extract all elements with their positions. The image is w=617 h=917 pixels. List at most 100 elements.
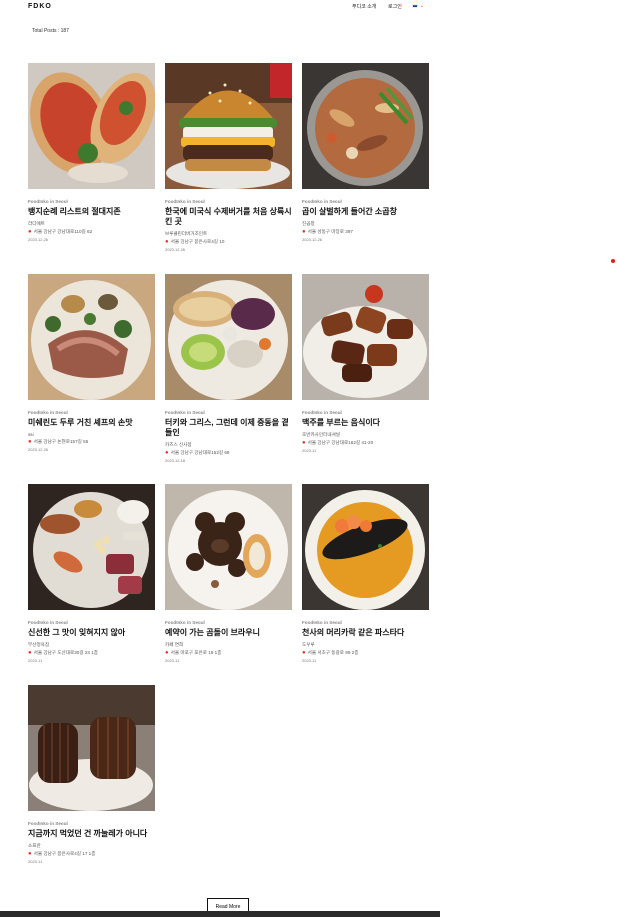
notification-dot <box>611 259 615 263</box>
post-category: FoodInko in Seoul <box>165 620 205 625</box>
post-title[interactable]: 신선한 그 맛이 잊혀지지 않아 <box>28 628 156 638</box>
post-date: 2023.12.26 <box>165 247 186 252</box>
post-address-text: 서울 강남구 봉은사로4길 17 1층 <box>33 851 96 856</box>
post-address: ● 서울 마포구 포은로 19 1층 <box>165 650 293 656</box>
location-pin-icon: ● <box>302 649 306 656</box>
post-card[interactable]: FoodInko in Seoul 곱이 살벌하게 들어간 소곱창 진곱창 ● 서… <box>302 63 430 242</box>
post-thumbnail[interactable] <box>165 274 292 400</box>
food-image-canele <box>28 685 155 811</box>
top-bar: FDKO 푸디코 소개 로그인 ⌄ <box>0 0 440 14</box>
post-card[interactable]: FoodInko in Seoul 맥주를 부르는 음식이다 호반카사인터내셔널… <box>302 274 430 453</box>
post-title[interactable]: 터키와 그리스, 그런데 이제 중동을 곁들인 <box>165 418 293 438</box>
post-address: ● 서울 강남구 강남대로162길 41-20 <box>302 440 430 446</box>
food-image-fried-chicken <box>302 274 429 400</box>
food-image-meat-platter <box>28 484 155 610</box>
post-card[interactable]: FoodInko in Seoul 신선한 그 맛이 잊혀지지 않아 부산정육점… <box>28 484 156 663</box>
food-image-roast-meat <box>28 274 155 400</box>
post-address-text: 서울 강남구 논현로157길 55 <box>33 439 89 444</box>
post-address-text: 서울 마포구 포은로 19 1층 <box>170 650 222 655</box>
post-category: FoodInko in Seoul <box>302 410 342 415</box>
location-pin-icon: ● <box>28 649 32 656</box>
location-pin-icon: ● <box>302 439 306 446</box>
post-title[interactable]: 한국에 미국식 수제버거를 처음 상륙시킨 곳 <box>165 207 293 227</box>
post-thumbnail[interactable] <box>165 484 292 610</box>
post-date: 2023.12.18 <box>165 458 186 463</box>
location-pin-icon: ● <box>165 238 169 245</box>
post-card[interactable]: FoodInko in Seoul 지금까지 먹었던 건 까눌레가 아니다 소프… <box>28 685 156 864</box>
post-address: ● 서울 강남구 도산대로30길 23 1층 <box>28 650 156 656</box>
post-date: 2023.11 <box>28 859 43 864</box>
post-card[interactable]: FoodInko in Seoul 터키와 그리스, 그런데 이제 중동을 곁들… <box>165 274 293 463</box>
language-selector[interactable]: ⌄ <box>412 3 424 9</box>
food-image-burger <box>165 63 292 189</box>
post-title[interactable]: 미쉐린도 두루 거친 셰프의 손맛 <box>28 418 156 428</box>
post-thumbnail[interactable] <box>28 484 155 610</box>
post-date: 2023.11 <box>302 658 317 663</box>
post-address: ● 서울 성동구 마장로 397 <box>302 229 430 235</box>
food-image-gopchang <box>302 63 429 189</box>
post-category: FoodInko in Seoul <box>302 199 342 204</box>
nav-about-link[interactable]: 푸디코 소개 <box>352 3 376 10</box>
nav-login-link[interactable]: 로그인 <box>388 3 402 10</box>
post-place-name: 부산정육점 <box>28 642 50 647</box>
post-place-name: 진곱창 <box>302 221 315 226</box>
post-place-name: 브루클린더버거조인트 <box>165 231 208 236</box>
post-date: 2023.12.26 <box>28 447 49 452</box>
chevron-down-icon: ⌄ <box>420 3 425 9</box>
location-pin-icon: ● <box>28 850 32 857</box>
post-thumbnail[interactable] <box>28 274 155 400</box>
location-pin-icon: ● <box>165 449 169 456</box>
post-thumbnail[interactable] <box>28 685 155 811</box>
post-thumbnail[interactable] <box>302 484 429 610</box>
post-date: 2023.12.26 <box>302 237 323 242</box>
post-category: FoodInko in Seoul <box>28 410 68 415</box>
post-place-name: 카즈스 신사점 <box>165 442 192 447</box>
post-address-text: 서울 강남구 강남대로152길 69 <box>170 450 230 455</box>
post-thumbnail[interactable] <box>302 63 429 189</box>
site-logo[interactable]: FDKO <box>28 3 52 10</box>
post-place-name: 라디에트 <box>28 221 45 226</box>
post-address: ● 서울 강남구 봉은사로4길 17 1층 <box>28 851 156 857</box>
post-title[interactable]: 맥주를 부르는 음식이다 <box>302 418 430 428</box>
location-pin-icon: ● <box>302 228 306 235</box>
post-title[interactable]: 천사의 머리카락 같은 파스타다 <box>302 628 430 638</box>
post-category: FoodInko in Seoul <box>165 199 205 204</box>
post-date: 2023.12.26 <box>28 237 49 242</box>
post-title[interactable]: 예약이 가는 곰돌이 브라우니 <box>165 628 293 638</box>
post-card[interactable]: FoodInko in Seoul 뱅지순례 리스트의 절대지존 라디에트 ● 서… <box>28 63 156 242</box>
location-pin-icon: ● <box>28 438 32 445</box>
post-card[interactable]: FoodInko in Seoul 한국에 미국식 수제버거를 처음 상륙시킨 … <box>165 63 293 252</box>
post-place-name: ssi <box>28 432 34 437</box>
post-thumbnail[interactable] <box>165 63 292 189</box>
post-address-text: 서울 서초구 동광로 99 2층 <box>307 650 359 655</box>
post-card[interactable]: FoodInko in Seoul 예약이 가는 곰돌이 브라우니 카페 연희 … <box>165 484 293 663</box>
location-pin-icon: ● <box>165 649 169 656</box>
food-image-mediterranean-plate <box>165 274 292 400</box>
post-address-text: 서울 강남구 도산대로30길 23 1층 <box>33 650 98 655</box>
post-date: 2023.11 <box>165 658 180 663</box>
post-card[interactable]: FoodInko in Seoul 미쉐린도 두루 거친 셰프의 손맛 ssi … <box>28 274 156 452</box>
food-image-squid-ink-pasta <box>302 484 429 610</box>
post-address: ● 서울 강남구 봉은사로4길 10 <box>165 239 293 245</box>
post-address: ● 서울 강남구 강남대로152길 69 <box>165 450 293 456</box>
post-category: FoodInko in Seoul <box>28 620 68 625</box>
post-address-text: 서울 강남구 강남대로110길 62 <box>33 229 93 234</box>
post-thumbnail[interactable] <box>302 274 429 400</box>
post-address: ● 서울 강남구 논현로157길 55 <box>28 439 156 445</box>
post-date: 2023.11 <box>302 448 317 453</box>
location-pin-icon: ● <box>28 228 32 235</box>
post-address-text: 서울 성동구 마장로 397 <box>307 229 353 234</box>
post-card[interactable]: FoodInko in Seoul 천사의 머리카락 같은 파스타다 도우루 ●… <box>302 484 430 663</box>
post-date: 2023.11 <box>28 658 43 663</box>
post-title[interactable]: 뱅지순례 리스트의 절대지존 <box>28 207 156 217</box>
post-category: FoodInko in Seoul <box>165 410 205 415</box>
post-category: FoodInko in Seoul <box>28 199 68 204</box>
post-title[interactable]: 곱이 살벌하게 들어간 소곱창 <box>302 207 430 217</box>
post-thumbnail[interactable] <box>28 63 155 189</box>
post-place-name: 도우루 <box>302 642 315 647</box>
post-address-text: 서울 강남구 강남대로162길 41-20 <box>307 440 374 445</box>
total-posts-count: Total Posts : 187 <box>32 28 69 34</box>
post-title[interactable]: 지금까지 먹었던 건 까눌레가 아니다 <box>28 829 156 839</box>
food-image-bear-brownie <box>165 484 292 610</box>
flag-icon <box>412 4 418 8</box>
